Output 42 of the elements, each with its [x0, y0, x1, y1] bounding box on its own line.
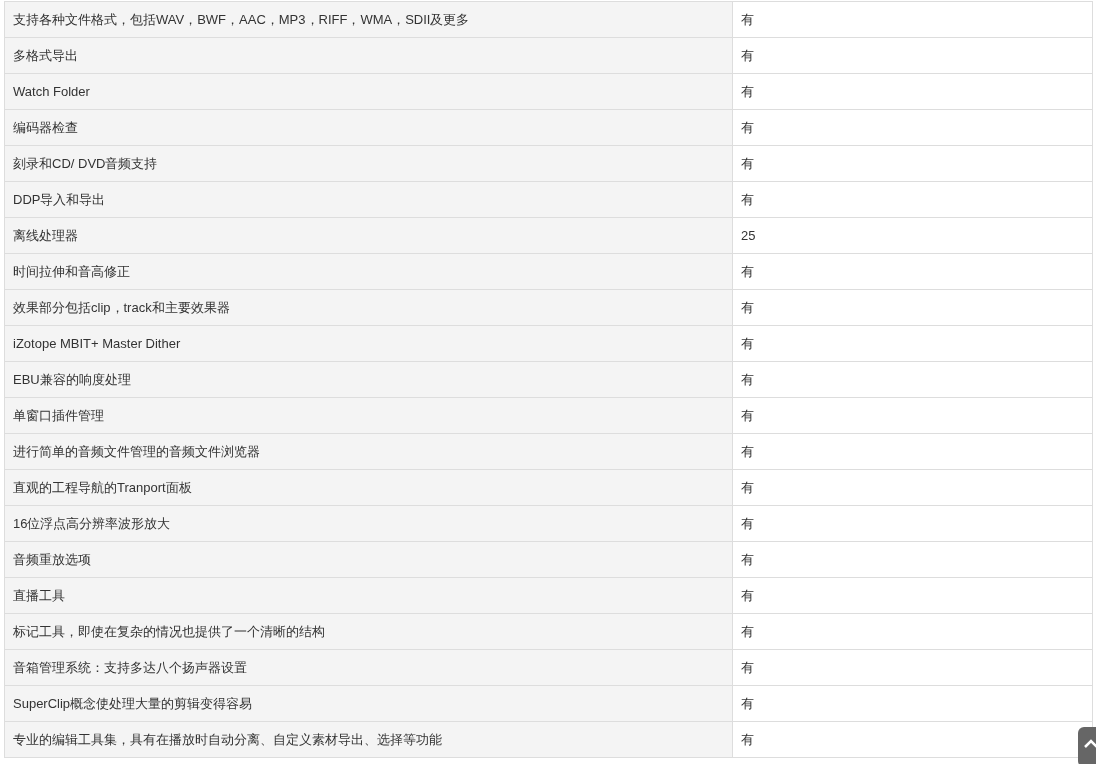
value-cell: 有 — [732, 37, 1093, 74]
value-cell: 有 — [732, 109, 1093, 146]
feature-cell: EBU兼容的响度处理 — [4, 361, 733, 398]
feature-cell: 标记工具，即使在复杂的情况也提供了一个清晰的结构 — [4, 613, 733, 650]
feature-cell: 音箱管理系统：支持多达八个扬声器设置 — [4, 649, 733, 686]
feature-cell: SuperClip概念使处理大量的剪辑变得容易 — [4, 685, 733, 722]
feature-cell: DDP导入和导出 — [4, 181, 733, 218]
feature-cell: 离线处理器 — [4, 217, 733, 254]
value-cell: 有 — [732, 541, 1093, 578]
value-cell: 有 — [732, 577, 1093, 614]
feature-cell: 专业的编辑工具集，具有在播放时自动分离、自定义素材导出、选择等功能 — [4, 721, 733, 758]
value-cell: 有 — [732, 685, 1093, 722]
value-cell: 有 — [732, 397, 1093, 434]
feature-cell: 单窗口插件管理 — [4, 397, 733, 434]
feature-cell: 音频重放选项 — [4, 541, 733, 578]
value-cell: 有 — [732, 649, 1093, 686]
value-cell: 有 — [732, 433, 1093, 470]
value-cell: 有 — [732, 181, 1093, 218]
value-cell: 有 — [732, 145, 1093, 182]
feature-cell: 时间拉伸和音高修正 — [4, 253, 733, 290]
feature-cell: 效果部分包括clip，track和主要效果器 — [4, 289, 733, 326]
chevron-up-icon — [1084, 739, 1096, 749]
feature-cell: 多格式导出 — [4, 37, 733, 74]
value-cell: 25 — [732, 217, 1093, 254]
value-cell: 有 — [732, 289, 1093, 326]
feature-cell: 16位浮点高分辨率波形放大 — [4, 505, 733, 542]
value-cell: 有 — [732, 325, 1093, 362]
feature-cell: 刻录和CD/ DVD音频支持 — [4, 145, 733, 182]
feature-cell: 编码器检查 — [4, 109, 733, 146]
value-cell: 有 — [732, 613, 1093, 650]
value-cell: 有 — [732, 469, 1093, 506]
feature-cell: iZotope MBIT+ Master Dither — [4, 325, 733, 362]
value-cell: 有 — [732, 253, 1093, 290]
feature-cell: 支持各种文件格式，包括WAV，BWF，AAC，MP3，RIFF，WMA，SDII及更多 — [4, 1, 733, 38]
feature-cell: Watch Folder — [4, 73, 733, 110]
value-cell: 有 — [732, 361, 1093, 398]
feature-cell: 直观的工程导航的Tranport面板 — [4, 469, 733, 506]
value-cell: 有 — [732, 73, 1093, 110]
value-cell: 有 — [732, 505, 1093, 542]
feature-cell: 进行简单的音频文件管理的音频文件浏览器 — [4, 433, 733, 470]
value-cell: 有 — [732, 1, 1093, 38]
feature-cell: 直播工具 — [4, 577, 733, 614]
